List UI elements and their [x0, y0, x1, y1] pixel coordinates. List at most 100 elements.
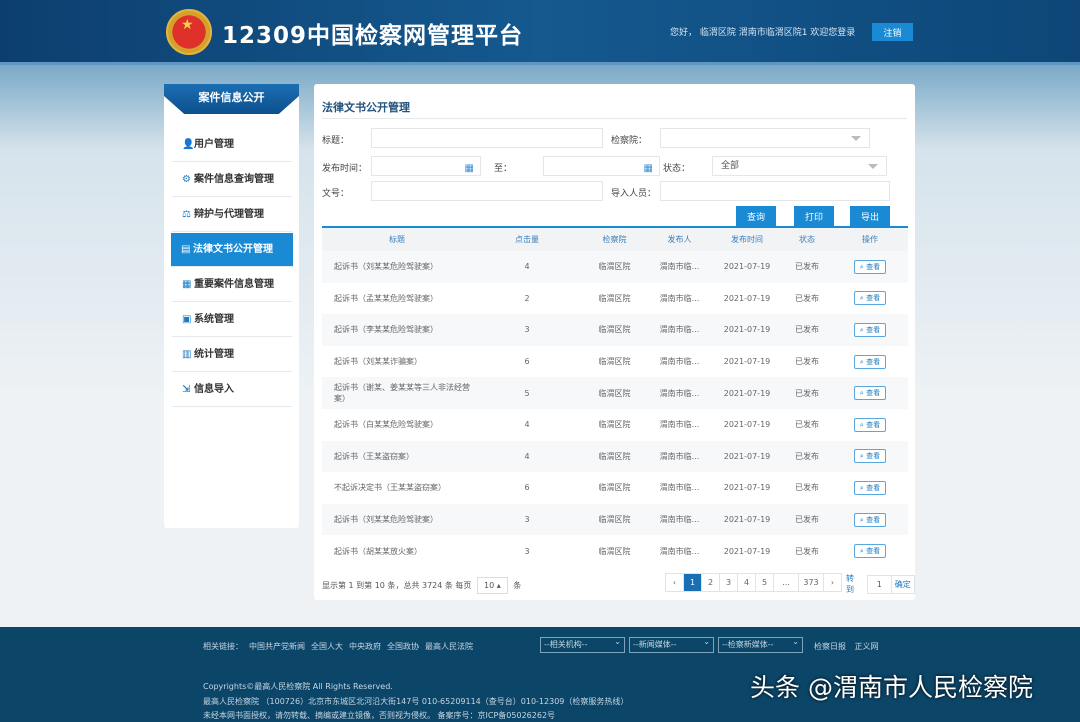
view-button[interactable]: ⌕ 查看: [853, 386, 887, 401]
related-org-select[interactable]: --相关机构--: [540, 635, 625, 653]
importer-input[interactable]: [660, 181, 890, 201]
action-cell: ⌕ 查看: [832, 417, 908, 432]
notice: 未经本网书面授权，请勿转载、摘编或建立镜像，否则视为侵权。 备案序号：京ICP备…: [203, 711, 556, 720]
publish-time-label: 发布时间：: [322, 164, 368, 174]
end-date-input[interactable]: ▦: [543, 156, 660, 176]
sidebar-item-label: 案件信息查询管理: [194, 174, 274, 185]
page-size-select[interactable]: 10 ▴: [476, 577, 508, 594]
table-cell: 临渭区院: [598, 357, 631, 367]
importer-label: 导入人员：: [611, 189, 657, 199]
status-value: 全部: [721, 161, 740, 171]
footer-link[interactable]: 全国人大: [311, 642, 343, 651]
query-button[interactable]: 查询: [736, 206, 776, 226]
view-button[interactable]: ⌕ 查看: [853, 480, 887, 495]
start-date-input[interactable]: ▦: [371, 156, 481, 176]
goto-page-input[interactable]: 1: [867, 574, 892, 594]
table-cell: 临渭区院: [598, 293, 631, 303]
view-button[interactable]: ⌕ 查看: [853, 291, 887, 306]
page-jump: 转到 1 确定: [846, 573, 915, 595]
procuratorate-media-select[interactable]: --检察新媒体--: [718, 635, 803, 653]
page-button[interactable]: 1: [683, 573, 702, 592]
sidebar-item-label: 统计管理: [194, 349, 234, 360]
action-cell: ⌕ 查看: [832, 259, 908, 274]
table-cell: 2021-07-19: [723, 262, 771, 272]
page-button[interactable]: 373: [798, 573, 824, 592]
table-cell: 已发布: [795, 546, 819, 556]
view-button[interactable]: ⌕ 查看: [853, 512, 887, 527]
page-button[interactable]: 3: [719, 573, 738, 592]
sidebar-item[interactable]: ▣ 系统管理: [172, 303, 292, 337]
view-button[interactable]: ⌕ 查看: [853, 544, 887, 559]
page-button[interactable]: 2: [701, 573, 720, 592]
logout-button[interactable]: 注销: [872, 23, 913, 41]
export-button[interactable]: 导出: [850, 206, 890, 226]
table-cell: 2021-07-19: [723, 483, 771, 493]
table-cell: 已发布: [795, 483, 819, 493]
table-row: 起诉书（刘某某危险驾驶案） 3 临渭区院 渭南市临... 2021-07-19 已发布 ⌕ …: [322, 503, 908, 536]
user-greeting: 您好， 临渭区院 渭南市临渭区院1 欢迎您登录: [670, 28, 856, 38]
sidebar-item[interactable]: ⚖ 辩护与代理管理: [172, 198, 292, 232]
table-cell: 渭南市临...: [659, 515, 700, 525]
column-header: 状态: [799, 235, 815, 244]
procuratorate-select[interactable]: [660, 128, 870, 148]
prev-page-button[interactable]: ‹: [665, 573, 684, 592]
table-cell: 2021-07-19: [723, 420, 771, 430]
table-cell: 2: [524, 293, 530, 303]
case-query-icon: ⚙: [182, 174, 191, 185]
title-label: 标题：: [322, 136, 350, 146]
table-cell: 起诉书（王某盗窃案）: [334, 451, 414, 461]
sidebar-item[interactable]: ▦ 重要案件信息管理: [172, 268, 292, 302]
view-button[interactable]: ⌕ 查看: [853, 259, 887, 274]
calendar-icon[interactable]: ▦: [644, 160, 653, 178]
table-cell: 起诉书（孟某某危险驾驶案）: [334, 293, 438, 303]
footer-link[interactable]: 正义网: [855, 642, 879, 651]
sidebar-item[interactable]: ▤ 法律文书公开管理: [171, 233, 293, 267]
view-button[interactable]: ⌕ 查看: [853, 449, 887, 464]
page-button[interactable]: 5: [755, 573, 774, 592]
footer-link[interactable]: 最高人民法院: [425, 642, 473, 651]
view-label: 查看: [866, 262, 881, 271]
table-cell: 渭南市临...: [659, 262, 700, 272]
table-cell: 6: [524, 483, 530, 493]
table-cell: 临渭区院: [598, 546, 631, 556]
sidebar-item[interactable]: ⇲ 信息导入: [172, 373, 292, 407]
header: 12309中国检察网管理平台 您好， 临渭区院 渭南市临渭区院1 欢迎您登录 注…: [0, 0, 1080, 65]
action-cell: ⌕ 查看: [832, 544, 908, 559]
important-case-icon: ▦: [182, 279, 192, 290]
table-row: 起诉书（李某某危险驾驶案） 3 临渭区院 渭南市临... 2021-07-19 已发布 ⌕ …: [322, 314, 908, 346]
view-button[interactable]: ⌕ 查看: [853, 354, 887, 369]
next-page-button[interactable]: ›: [823, 573, 842, 592]
view-button[interactable]: ⌕ 查看: [853, 417, 887, 432]
goto-confirm-button[interactable]: 确定: [890, 574, 915, 594]
sidebar-item[interactable]: ▥ 统计管理: [172, 338, 292, 372]
sidebar-item-label: 法律文书公开管理: [193, 244, 273, 255]
calendar-icon[interactable]: ▦: [465, 160, 474, 178]
page-button[interactable]: ...: [773, 573, 799, 592]
action-cell: ⌕ 查看: [832, 291, 908, 306]
sidebar-item[interactable]: 👤用户管理: [172, 128, 292, 162]
news-media-select[interactable]: --新闻媒体--: [629, 635, 714, 653]
view-button[interactable]: ⌕ 查看: [853, 322, 887, 337]
table-cell: 起诉书（李某某危险驾驶案）: [334, 325, 438, 335]
table-cell: 起诉书（刘某某危险驾驶案）: [334, 262, 438, 272]
table-cell: 临渭区院: [598, 262, 631, 272]
print-button[interactable]: 打印: [794, 206, 834, 226]
page-button[interactable]: 4: [737, 573, 756, 592]
footer-link[interactable]: 中国共产党新闻: [249, 642, 305, 651]
table-header: 标题 点击量 检察院 发布人 发布时间 状态 操作: [322, 228, 908, 251]
column-header: 标题: [389, 235, 405, 244]
footer-link[interactable]: 全国政协: [387, 642, 419, 651]
view-label: 查看: [866, 483, 881, 492]
doc-no-input[interactable]: [371, 181, 603, 201]
status-select[interactable]: 全部: [712, 156, 887, 176]
page-title: 法律文书公开管理: [322, 101, 410, 114]
table-cell: 临渭区院: [598, 388, 631, 398]
action-cell: ⌕ 查看: [832, 480, 908, 495]
footer-link[interactable]: 中央政府: [349, 642, 381, 651]
footer-link[interactable]: 检察日报: [814, 642, 846, 651]
title-input[interactable]: [371, 128, 603, 148]
sidebar-item[interactable]: ⚙ 案件信息查询管理: [172, 163, 292, 197]
goto-label: 转到: [846, 574, 854, 594]
table-cell: 起诉书（白某某危险驾驶案）: [334, 420, 438, 430]
to-label: 至：: [494, 164, 513, 174]
